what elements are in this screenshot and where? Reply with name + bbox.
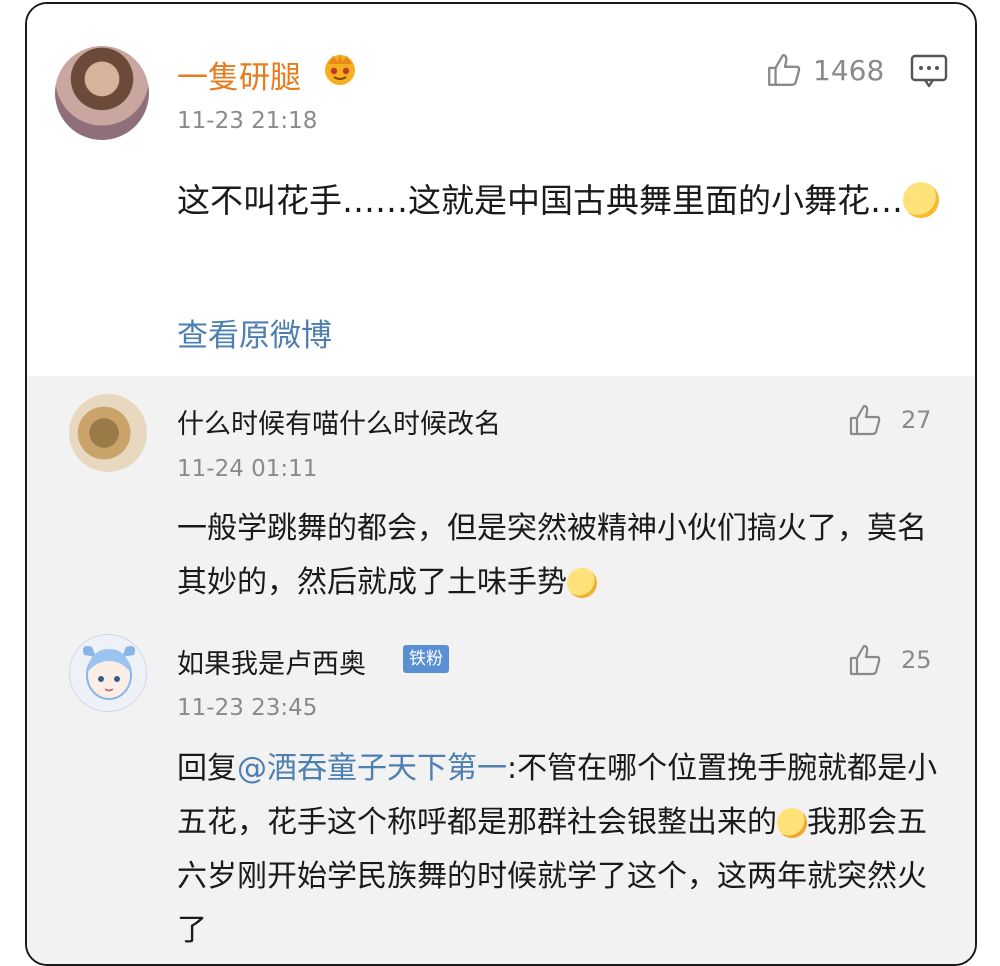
reply-timestamp: 11-23 23:45 bbox=[177, 695, 318, 721]
like-button[interactable]: 1468 bbox=[765, 51, 884, 89]
view-original-link[interactable]: 查看原微博 bbox=[177, 310, 332, 355]
like-button[interactable]: 27 bbox=[847, 402, 932, 438]
fan-badge: 铁粉 bbox=[403, 645, 449, 673]
like-count: 1468 bbox=[813, 53, 885, 87]
reply-username[interactable]: 什么时候有喵什么时候改名 bbox=[177, 402, 501, 441]
like-count: 25 bbox=[901, 646, 932, 674]
reply-timestamp: 11-24 01:11 bbox=[177, 456, 318, 482]
comment-icon[interactable] bbox=[909, 52, 949, 90]
thumbs-up-icon bbox=[849, 644, 881, 676]
like-button[interactable]: 25 bbox=[847, 642, 932, 678]
avatar[interactable] bbox=[69, 394, 147, 472]
reply-username[interactable]: 如果我是卢西奥 bbox=[177, 642, 366, 681]
sweat-smile-emoji bbox=[903, 182, 939, 218]
laughing-tears-emoji bbox=[777, 808, 807, 838]
mention-link[interactable]: @酒吞童子天下第一 bbox=[237, 751, 507, 786]
reply-text: 回复@酒吞童子天下第一:不管在哪个位置挽手腕就都是小五花，花手这个称呼都是那群社… bbox=[177, 751, 938, 948]
main-timestamp: 11-23 21:18 bbox=[177, 108, 318, 134]
avatar[interactable] bbox=[55, 46, 149, 140]
thumbs-up-icon bbox=[849, 404, 881, 436]
comment-card: 一隻研腿 11-23 21:18 1468 这不叫花手……这就是中国古典舞里面的… bbox=[25, 2, 977, 966]
like-count: 27 bbox=[901, 406, 932, 434]
avatar[interactable] bbox=[69, 634, 147, 712]
thumbs-up-icon bbox=[768, 54, 801, 86]
anime-girl-icon bbox=[83, 646, 135, 700]
tearful-emoji bbox=[567, 568, 597, 598]
main-comment-text: 这不叫花手……这就是中国古典舞里面的小舞花… bbox=[177, 170, 947, 232]
main-username[interactable]: 一隻研腿 bbox=[177, 52, 301, 97]
reply-text: 一般学跳舞的都会，但是突然被精神小伙们搞火了，莫名其妙的，然后就成了土味手势 bbox=[177, 511, 927, 600]
crown-icon bbox=[325, 54, 355, 85]
